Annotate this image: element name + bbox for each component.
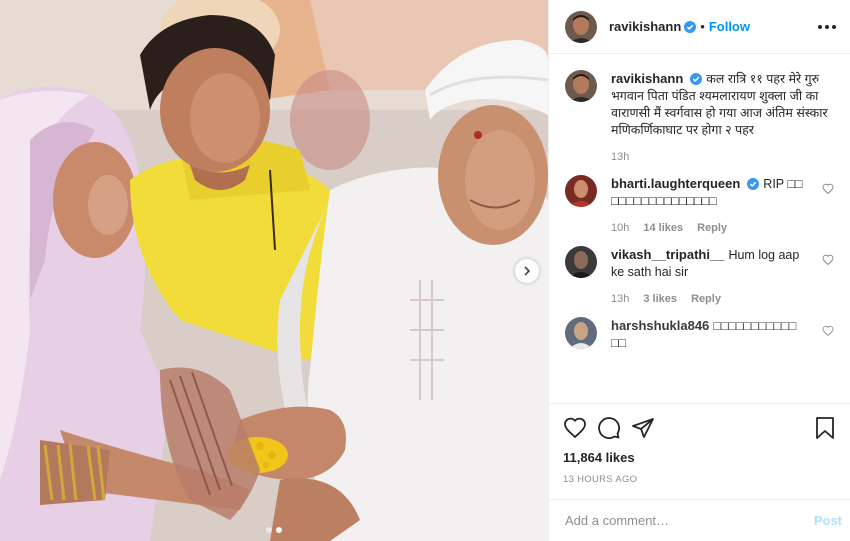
- comment-likes[interactable]: 14 likes: [643, 222, 683, 234]
- caption-time[interactable]: 13h: [611, 151, 629, 163]
- comment-input[interactable]: [565, 513, 814, 528]
- chevron-right-icon: [524, 266, 531, 276]
- post-header: ravikishann • Follow: [549, 0, 850, 54]
- comment-icon[interactable]: [597, 416, 621, 440]
- carousel-dot-active: [276, 527, 282, 533]
- carousel-next-button[interactable]: [515, 259, 539, 283]
- like-comment-icon[interactable]: [822, 183, 834, 195]
- reply-button[interactable]: Reply: [697, 222, 727, 234]
- commenter-username-link[interactable]: bharti.laughterqueen: [611, 176, 740, 191]
- author-username-link[interactable]: ravikishann: [609, 19, 681, 34]
- commenter-avatar[interactable]: [565, 246, 597, 278]
- author-avatar[interactable]: [565, 10, 597, 43]
- comment-likes[interactable]: 3 likes: [643, 293, 677, 305]
- comment: harshshukla846 □□□□□□□□□□□ □□: [565, 317, 834, 352]
- caption: ravikishann कल रात्रि ११ पहर मेरे गुरु भग…: [565, 70, 834, 163]
- post-photo: [0, 0, 548, 541]
- comments-list[interactable]: ravikishann कल रात्रि ११ पहर मेरे गुरु भग…: [549, 54, 850, 403]
- like-comment-icon[interactable]: [822, 254, 834, 266]
- verified-badge-icon: [684, 20, 697, 33]
- carousel-dot: [266, 527, 272, 533]
- post-actions: 11,864 likes 13 HOURS AGO: [549, 403, 850, 485]
- post-media[interactable]: [0, 0, 548, 541]
- commenter-avatar[interactable]: [565, 317, 597, 349]
- commenter-username-link[interactable]: vikash__tripathi__: [611, 247, 724, 262]
- add-comment-bar: Post: [549, 499, 850, 541]
- comment: vikash__tripathi__ Hum log aap ke sath ha…: [565, 246, 834, 305]
- comment: bharti.laughterqueen RIP □□ □□□□□□□□□□□□□…: [565, 175, 834, 234]
- commenter-username-link[interactable]: harshshukla846: [611, 318, 709, 333]
- post-timestamp[interactable]: 13 HOURS AGO: [563, 474, 836, 485]
- comment-time[interactable]: 13h: [611, 293, 629, 305]
- post-side-panel: ravikishann • Follow ravikishann कल रात्…: [548, 0, 850, 541]
- follow-button[interactable]: Follow: [709, 19, 750, 34]
- instagram-post: ravikishann • Follow ravikishann कल रात्…: [0, 0, 850, 541]
- share-icon[interactable]: [631, 416, 655, 440]
- bookmark-icon[interactable]: [814, 416, 836, 440]
- caption-username-link[interactable]: ravikishann: [611, 71, 683, 86]
- carousel-indicator: [0, 527, 548, 533]
- more-options-icon[interactable]: [818, 24, 836, 29]
- like-comment-icon[interactable]: [822, 325, 834, 337]
- header-separator: •: [700, 19, 705, 34]
- comment-time[interactable]: 10h: [611, 222, 629, 234]
- caption-avatar[interactable]: [565, 70, 597, 102]
- commenter-avatar[interactable]: [565, 175, 597, 207]
- verified-badge-icon: [690, 73, 703, 85]
- verified-badge-icon: [747, 178, 760, 190]
- reply-button[interactable]: Reply: [691, 293, 721, 305]
- like-icon[interactable]: [563, 416, 587, 440]
- post-comment-button[interactable]: Post: [814, 513, 842, 528]
- likes-count[interactable]: 11,864 likes: [563, 450, 836, 465]
